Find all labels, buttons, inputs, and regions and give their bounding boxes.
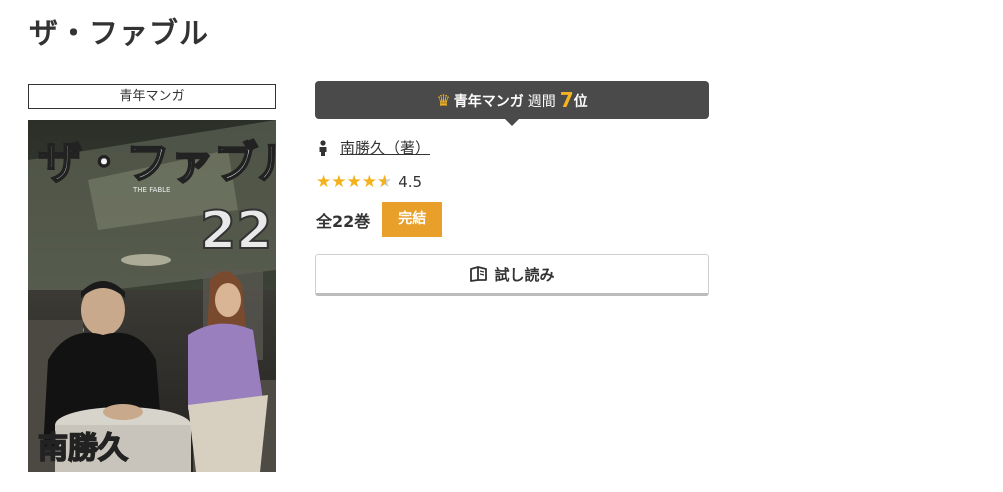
author-link[interactable]: 南勝久（著） bbox=[340, 137, 430, 158]
rating-value: 4.5 bbox=[398, 173, 423, 191]
crown-icon: ♛ bbox=[436, 91, 451, 110]
cover-author: 南勝久 bbox=[38, 431, 128, 466]
star-icon: ★ bbox=[316, 171, 332, 192]
star-icon: ★ bbox=[346, 171, 362, 192]
volume-row: 全22巻 完結 bbox=[316, 202, 443, 237]
ranking-number: 7 bbox=[559, 88, 574, 112]
rating-stars: ★ ★ ★ ★ ★ ★ bbox=[316, 171, 393, 192]
half-star-icon: ★ ★ bbox=[377, 171, 393, 192]
rating-row: ★ ★ ★ ★ ★ ★ 4.5 bbox=[316, 173, 422, 191]
ranking-period: 週間 bbox=[527, 94, 556, 110]
cover-image[interactable]: ザ・ファブル THE FABLE 22 南勝久 bbox=[28, 120, 276, 472]
ranking-genre: 青年マンガ bbox=[453, 94, 524, 110]
ranking-suffix: 位 bbox=[573, 94, 588, 110]
author-row: 南勝久（著） bbox=[318, 137, 430, 158]
person-icon bbox=[319, 139, 327, 156]
genre-label[interactable]: 青年マンガ bbox=[28, 84, 276, 109]
complete-badge: 完結 bbox=[382, 202, 443, 237]
cover-volume-number: 22 bbox=[200, 201, 272, 261]
trial-read-button[interactable]: 試し読み bbox=[315, 254, 709, 296]
book-icon bbox=[470, 266, 488, 282]
volume-count: 全22巻 bbox=[316, 211, 371, 231]
cover-title: ザ・ファブル bbox=[38, 138, 276, 189]
star-icon: ★ bbox=[361, 171, 377, 192]
star-icon: ★ bbox=[331, 171, 347, 192]
cover-art: ザ・ファブル THE FABLE 22 南勝久 bbox=[28, 120, 276, 472]
cover-subtitle: THE FABLE bbox=[132, 186, 171, 194]
page-title: ザ・ファブル bbox=[29, 16, 210, 50]
ranking-banner[interactable]: ♛ 青年マンガ 週間 7位 bbox=[315, 81, 709, 126]
trial-read-label: 試し読み bbox=[494, 265, 555, 284]
